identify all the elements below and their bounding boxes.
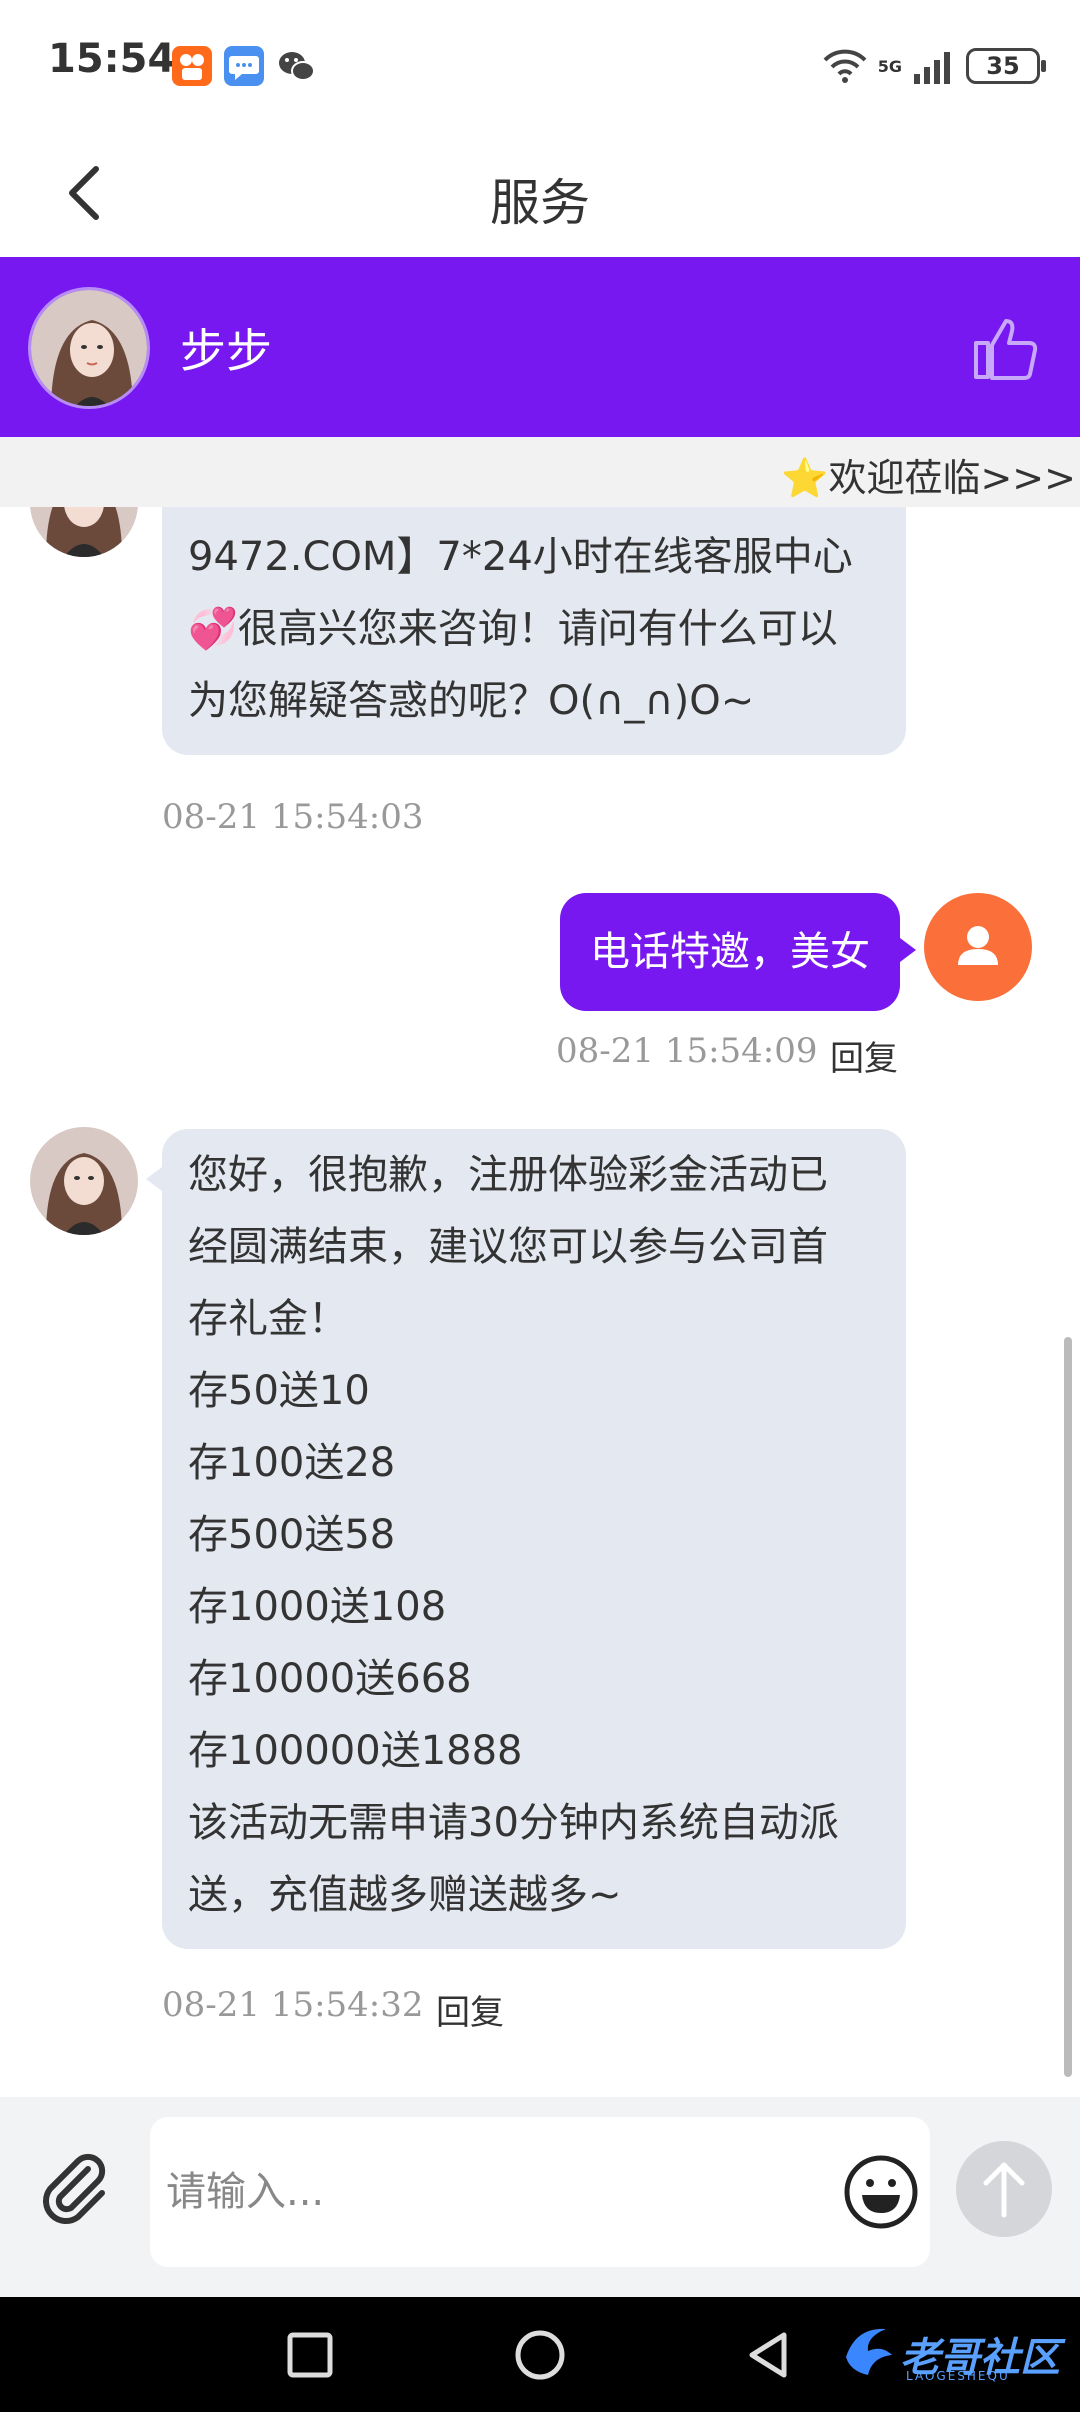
agent-name: 步步 bbox=[180, 324, 272, 378]
bubble-tail bbox=[146, 1167, 162, 1191]
app-header: 服务 bbox=[0, 135, 1080, 257]
wechat-icon bbox=[276, 46, 316, 86]
message-line: 送，充值越多赠送越多~ bbox=[188, 1872, 622, 1918]
agent-message-avatar bbox=[30, 1127, 138, 1235]
message-line: 存50送10 bbox=[188, 1368, 370, 1414]
kuaishou-icon bbox=[172, 46, 212, 86]
message-line: 存100送28 bbox=[188, 1440, 396, 1486]
circle-icon bbox=[515, 2330, 565, 2380]
battery-indicator: 35 bbox=[966, 48, 1046, 84]
status-right: 5G 35 bbox=[822, 44, 1046, 88]
message-line: 💞很高兴您来咨询！请问有什么可以 bbox=[188, 606, 838, 652]
system-nav-bar: 老哥社区 LAOGESHEQU bbox=[0, 2297, 1080, 2412]
message-timestamp: 08-21 15:54:03 bbox=[162, 797, 424, 837]
agent-message-bubble: 😊嗨~欢迎来到【东森直播 9472.COM】7*24小时在线客服中心 💞很高兴您… bbox=[162, 507, 906, 755]
attach-button[interactable] bbox=[36, 2149, 112, 2225]
watermark-subtext: LAOGESHEQU bbox=[906, 2369, 1010, 2383]
chat-area[interactable]: 😊嗨~欢迎来到【东森直播 9472.COM】7*24小时在线客服中心 💞很高兴您… bbox=[0, 507, 1080, 2097]
paperclip-icon bbox=[43, 2153, 106, 2224]
reply-link[interactable]: 回复 bbox=[830, 1031, 898, 1080]
reply-link[interactable]: 回复 bbox=[436, 1985, 504, 2034]
user-icon bbox=[958, 926, 998, 965]
user-avatar bbox=[924, 893, 1032, 1001]
agent-avatar[interactable] bbox=[28, 287, 150, 409]
agent-message-bubble: 您好，很抱歉，注册体验彩金活动已 经圆满结束，建议您可以参与公司首 存礼金！ 存… bbox=[162, 1129, 906, 1949]
status-bar: 15:54 5G 35 bbox=[0, 0, 1080, 135]
home-button[interactable] bbox=[512, 2327, 568, 2383]
message-input[interactable] bbox=[150, 2117, 930, 2267]
message-icon bbox=[224, 46, 264, 86]
status-time: 15:54 bbox=[48, 36, 176, 82]
message-line: 存500送58 bbox=[188, 1512, 396, 1558]
arrow-up-icon bbox=[983, 2162, 1025, 2218]
back-nav-button[interactable] bbox=[740, 2327, 796, 2383]
message-line: 经圆满结束，建议您可以参与公司首 bbox=[188, 1224, 828, 1270]
marquee-text: ⭐欢迎莅临>>> bbox=[781, 456, 1076, 500]
chat-scrollbar[interactable] bbox=[1064, 1337, 1072, 2077]
send-button[interactable] bbox=[956, 2141, 1052, 2237]
square-icon bbox=[287, 2332, 333, 2378]
user-message-bubble: 电话特邀，美女 bbox=[560, 893, 900, 1011]
dragon-logo-icon bbox=[846, 2328, 892, 2375]
message-line: 为您解疑答惑的呢？O(∩_∩)O~ bbox=[188, 678, 755, 724]
message-timestamp: 08-21 15:54:32 bbox=[162, 1985, 424, 2025]
recents-button[interactable] bbox=[282, 2327, 338, 2383]
smiley-icon bbox=[844, 2155, 918, 2229]
bubble-tail bbox=[900, 938, 916, 962]
message-line: 该活动无需申请30分钟内系统自动派 bbox=[188, 1800, 839, 1846]
message-line: 存1000送108 bbox=[188, 1584, 447, 1630]
message-line: 存礼金！ bbox=[188, 1296, 348, 1342]
agent-message-avatar bbox=[30, 507, 138, 557]
signal-icon bbox=[914, 52, 950, 84]
wifi-icon bbox=[823, 49, 867, 83]
message-line: 存100000送1888 bbox=[188, 1728, 523, 1774]
input-bar bbox=[0, 2097, 1080, 2297]
message-line: 9472.COM】7*24小时在线客服中心 bbox=[188, 534, 853, 580]
like-button[interactable] bbox=[970, 313, 1040, 383]
message-line: 存10000送668 bbox=[188, 1656, 472, 1702]
message-line: 您好，很抱歉，注册体验彩金活动已 bbox=[188, 1152, 828, 1198]
page-title: 服务 bbox=[490, 174, 590, 232]
emoji-button[interactable] bbox=[842, 2153, 920, 2231]
message-text: 电话特邀，美女 bbox=[590, 929, 870, 975]
watermark-logo: 老哥社区 LAOGESHEQU bbox=[840, 2317, 1070, 2387]
network-label: 5G bbox=[877, 56, 902, 76]
announcement-marquee: ⭐欢迎莅临>>> bbox=[0, 437, 1080, 507]
triangle-back-icon bbox=[749, 2332, 787, 2378]
agent-bar: 步步 bbox=[0, 257, 1080, 437]
message-line: 😊嗨~欢迎来到【东森直播 bbox=[188, 507, 880, 521]
message-timestamp: 08-21 15:54:09 bbox=[556, 1031, 818, 1071]
thumbs-up-icon bbox=[974, 319, 1038, 380]
